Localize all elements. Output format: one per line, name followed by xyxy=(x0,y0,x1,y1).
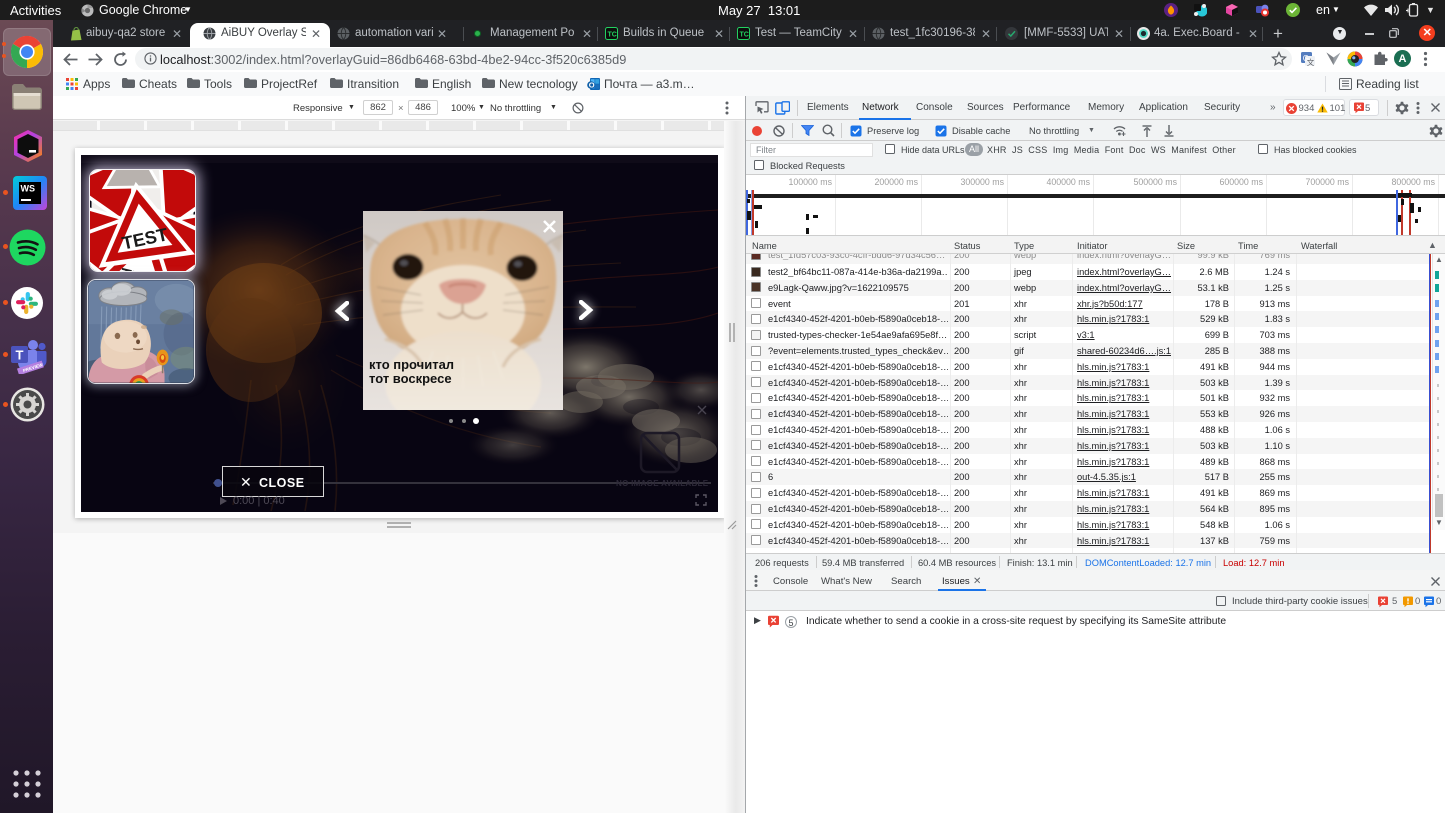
svg-text:WS: WS xyxy=(21,184,36,194)
svg-text:T: T xyxy=(16,348,24,363)
svg-text:O: O xyxy=(589,81,595,90)
svg-text:кто прочитал: кто прочитал xyxy=(369,357,454,372)
svg-text:тот воскресе: тот воскресе xyxy=(369,371,452,386)
svg-text:TC: TC xyxy=(608,32,617,39)
svg-text:文: 文 xyxy=(1307,57,1315,67)
svg-text:TC: TC xyxy=(740,32,749,39)
